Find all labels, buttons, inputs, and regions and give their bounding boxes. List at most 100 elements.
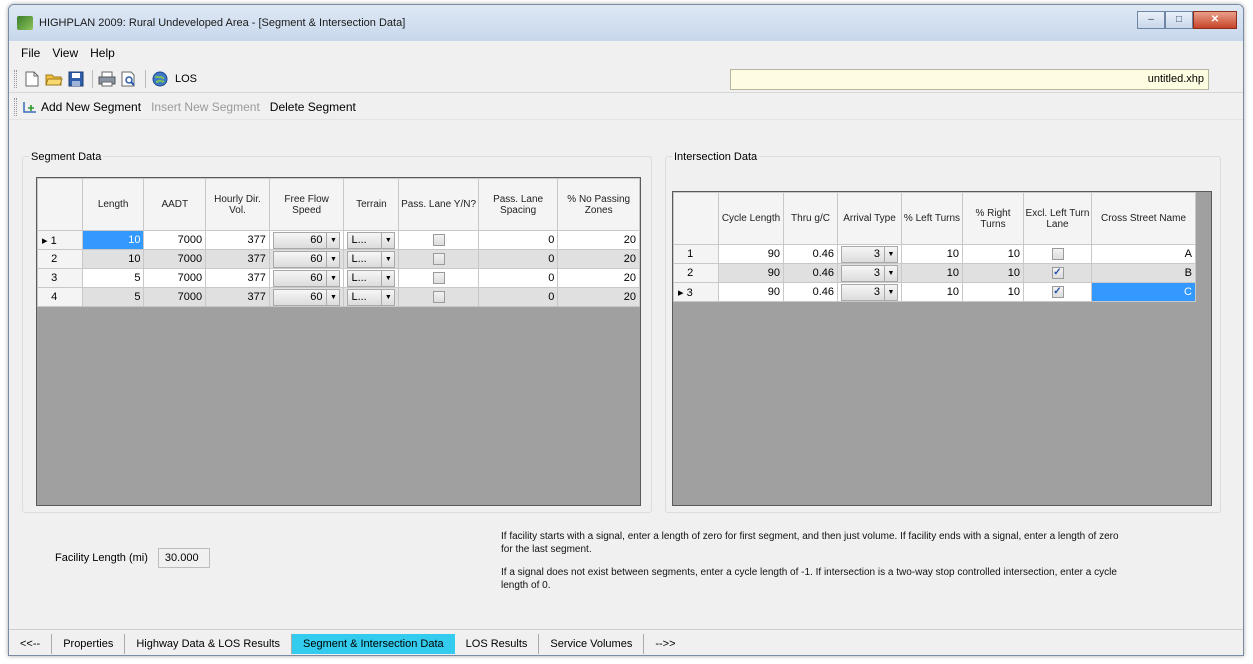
segment-nopass-cell[interactable]: 20	[557, 230, 640, 250]
tab-segment-intersection[interactable]: Segment & Intersection Data	[292, 633, 455, 654]
segment-length-cell[interactable]: 5	[81, 268, 145, 288]
intersection-name-cell[interactable]: A	[1091, 244, 1196, 264]
terrain-dropdown[interactable]: L... ▼	[347, 231, 396, 249]
segment-terrain-cell[interactable]: L... ▼	[343, 249, 400, 269]
intersection-right-cell[interactable]: 10	[962, 244, 1024, 264]
segment-aadt-cell[interactable]: 7000	[143, 287, 207, 307]
intersection-arrival-cell[interactable]: 3 ▼	[837, 263, 902, 283]
intersection-arrival-cell[interactable]: 3 ▼	[837, 282, 902, 302]
intersection-name-cell[interactable]: B	[1091, 263, 1196, 283]
intersection-name-cell[interactable]: C	[1091, 282, 1196, 302]
segment-header-terrain[interactable]: Terrain	[343, 178, 400, 231]
segment-header-pass-lane[interactable]: Pass. Lane Y/N?	[398, 178, 479, 231]
ffs-dropdown[interactable]: 60 ▼	[272, 269, 341, 287]
segment-volume-cell[interactable]: 377	[205, 230, 270, 250]
excl-left-checkbox[interactable]	[1051, 248, 1064, 260]
intersection-excl-cell[interactable]	[1023, 244, 1092, 264]
menu-help[interactable]: Help	[84, 46, 121, 60]
segment-nopass-cell[interactable]: 20	[557, 268, 640, 288]
tab-los-results[interactable]: LOS Results	[455, 633, 540, 654]
intersection-header-left[interactable]: % Left Turns	[901, 192, 963, 245]
tab-scroll-left[interactable]: <<--	[9, 633, 53, 654]
segment-header-spacing[interactable]: Pass. Lane Spacing	[477, 178, 559, 231]
pass-lane-checkbox[interactable]	[432, 253, 445, 265]
segment-spacing-cell[interactable]: 0	[477, 268, 559, 288]
maximize-button[interactable]: □	[1165, 11, 1193, 29]
ffs-dropdown[interactable]: 60 ▼	[272, 250, 341, 268]
arrival-dropdown[interactable]: 3 ▼	[841, 245, 898, 263]
segment-aadt-cell[interactable]: 7000	[143, 268, 207, 288]
close-button[interactable]: ✕	[1193, 11, 1237, 29]
intersection-row-header[interactable]: 1	[673, 244, 719, 264]
segment-nopass-cell[interactable]: 20	[557, 249, 640, 269]
segment-header-aadt[interactable]: AADT	[143, 178, 207, 231]
intersection-row[interactable]: 1 90 0.46 3 ▼ 10 10 A	[673, 244, 1196, 264]
tab-properties[interactable]: Properties	[52, 633, 126, 654]
segment-ffs-cell[interactable]: 60 ▼	[268, 268, 345, 288]
intersection-left-cell[interactable]: 10	[901, 263, 963, 283]
intersection-row-header[interactable]: 2	[673, 263, 719, 283]
intersection-left-cell[interactable]: 10	[901, 244, 963, 264]
segment-ffs-cell[interactable]: 60 ▼	[268, 249, 345, 269]
los-button-label[interactable]: LOS	[175, 73, 197, 85]
pass-lane-checkbox[interactable]	[432, 272, 445, 284]
intersection-right-cell[interactable]: 10	[962, 282, 1024, 302]
excl-left-checkbox[interactable]: ✓	[1051, 286, 1064, 298]
intersection-row-header[interactable]: ▸ 3	[673, 282, 719, 302]
intersection-header-right[interactable]: % Right Turns	[962, 192, 1024, 245]
segment-aadt-cell[interactable]: 7000	[143, 249, 207, 269]
intersection-gc-cell[interactable]: 0.46	[783, 263, 838, 283]
intersection-cycle-cell[interactable]: 90	[718, 282, 784, 302]
segment-row[interactable]: ▸ 1 10 7000 377 60 ▼ L... ▼ 0 20	[37, 230, 640, 250]
segment-terrain-cell[interactable]: L... ▼	[343, 287, 400, 307]
intersection-right-cell[interactable]: 10	[962, 263, 1024, 283]
intersection-left-cell[interactable]: 10	[901, 282, 963, 302]
terrain-dropdown[interactable]: L... ▼	[347, 269, 396, 287]
segment-row-header[interactable]: 3	[37, 268, 83, 288]
segment-pass-lane-cell[interactable]	[398, 249, 479, 269]
segment-row[interactable]: 2 10 7000 377 60 ▼ L... ▼ 0 20	[37, 249, 640, 269]
tab-scroll-right[interactable]: -->>	[644, 634, 686, 654]
segment-header-volume[interactable]: Hourly Dir. Vol.	[205, 178, 270, 231]
arrival-dropdown[interactable]: 3 ▼	[841, 264, 898, 282]
segment-volume-cell[interactable]: 377	[205, 249, 270, 269]
segment-row-header[interactable]: ▸ 1	[37, 230, 83, 250]
intersection-header-gc[interactable]: Thru g/C	[783, 192, 838, 245]
new-file-icon[interactable]	[22, 69, 42, 89]
tab-highway-data[interactable]: Highway Data & LOS Results	[125, 633, 292, 654]
intersection-row[interactable]: ▸ 3 90 0.46 3 ▼ 10 10 ✓ C	[673, 282, 1196, 302]
menu-view[interactable]: View	[46, 46, 84, 60]
segment-row[interactable]: 4 5 7000 377 60 ▼ L... ▼ 0 20	[37, 287, 640, 307]
intersection-arrival-cell[interactable]: 3 ▼	[837, 244, 902, 264]
segment-spacing-cell[interactable]: 0	[477, 249, 559, 269]
intersection-header-cycle[interactable]: Cycle Length	[718, 192, 784, 245]
segment-length-cell[interactable]: 5	[81, 287, 145, 307]
menu-file[interactable]: File	[15, 46, 46, 60]
ffs-dropdown[interactable]: 60 ▼	[272, 288, 341, 306]
intersection-excl-cell[interactable]: ✓	[1023, 282, 1092, 302]
segment-length-cell[interactable]: 10	[81, 230, 145, 250]
intersection-cycle-cell[interactable]: 90	[718, 263, 784, 283]
arrival-dropdown[interactable]: 3 ▼	[841, 283, 898, 301]
terrain-dropdown[interactable]: L... ▼	[347, 250, 396, 268]
pass-lane-checkbox[interactable]	[432, 234, 445, 246]
segment-volume-cell[interactable]: 377	[205, 268, 270, 288]
segment-volume-cell[interactable]: 377	[205, 287, 270, 307]
print-icon[interactable]	[97, 69, 117, 89]
segment-pass-lane-cell[interactable]	[398, 230, 479, 250]
intersection-header-excl[interactable]: Excl. Left Turn Lane	[1023, 192, 1092, 245]
open-folder-icon[interactable]	[44, 69, 64, 89]
intersection-gc-cell[interactable]: 0.46	[783, 282, 838, 302]
ffs-dropdown[interactable]: 60 ▼	[272, 231, 341, 249]
segment-length-cell[interactable]: 10	[81, 249, 145, 269]
minimize-button[interactable]: –	[1137, 11, 1165, 29]
segment-spacing-cell[interactable]: 0	[477, 230, 559, 250]
segment-aadt-cell[interactable]: 7000	[143, 230, 207, 250]
los-globe-icon[interactable]	[150, 69, 170, 89]
segment-header-length[interactable]: Length	[81, 178, 145, 231]
save-icon[interactable]	[66, 69, 86, 89]
intersection-header-name[interactable]: Cross Street Name	[1091, 192, 1196, 245]
add-segment-button[interactable]: Add New Segment	[22, 100, 141, 114]
segment-terrain-cell[interactable]: L... ▼	[343, 230, 400, 250]
segment-row-header[interactable]: 4	[37, 287, 83, 307]
